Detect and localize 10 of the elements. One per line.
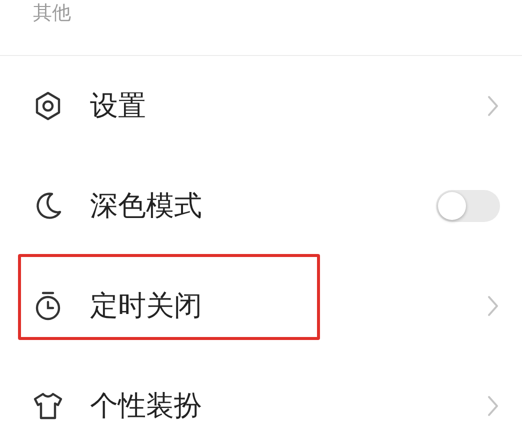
menu-item-label[interactable]: 定时关闭 [90, 289, 202, 323]
toggle-switch[interactable] [436, 190, 500, 222]
menu-item-label[interactable]: 深色模式 [90, 189, 202, 223]
chevron-right-icon[interactable] [486, 94, 500, 118]
chevron-right-icon[interactable] [486, 394, 500, 418]
shirt-icon [32, 390, 64, 422]
chevron-right-icon[interactable] [486, 294, 500, 318]
menu-item-label[interactable]: 个性装扮 [90, 389, 202, 423]
menu-item-label[interactable]: 设置 [90, 89, 146, 123]
section-title: 其他 [33, 4, 72, 23]
